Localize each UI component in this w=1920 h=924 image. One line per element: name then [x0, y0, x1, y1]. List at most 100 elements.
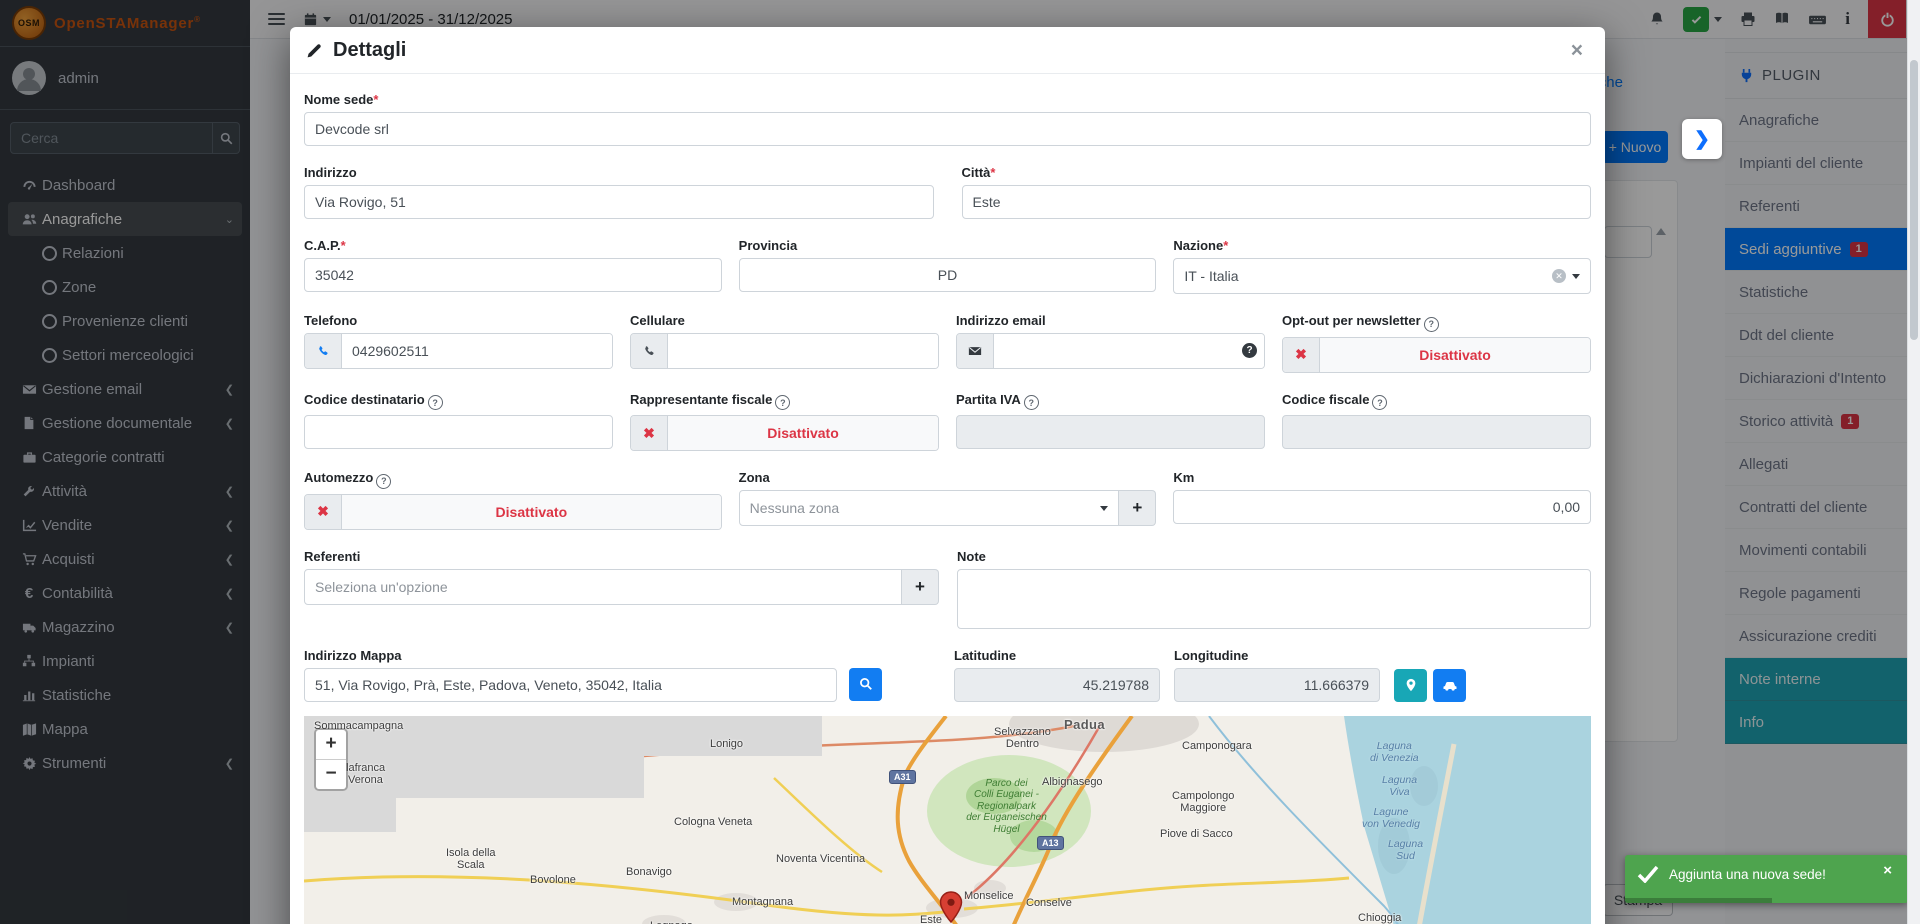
required-mark: * — [1223, 238, 1228, 253]
indirizzo-label: Indirizzo — [304, 165, 934, 180]
map-town-label: Legnago — [650, 920, 693, 924]
rappresentante-fiscale-toggle[interactable]: ✖ Disattivato — [630, 415, 939, 451]
phone-icon — [305, 334, 342, 368]
indirizzo-mappa-label: Indirizzo Mappa — [304, 648, 882, 663]
cellulare-label: Cellulare — [630, 313, 939, 328]
map-town-label: Piove di Sacco — [1160, 828, 1233, 841]
required-mark: * — [341, 238, 346, 253]
vertical-scrollbar[interactable] — [1907, 0, 1920, 924]
partita-iva-field — [956, 415, 1265, 449]
clear-selection-icon[interactable]: ✕ — [1552, 269, 1566, 283]
nazione-select[interactable]: IT - Italia ✕ — [1173, 258, 1591, 294]
telefono-field[interactable] — [342, 334, 612, 368]
help-icon[interactable]: ? — [1024, 395, 1039, 410]
details-modal: Dettagli × Nome sede* Indirizzo Città* — [290, 27, 1605, 924]
map-zoom-control: + − — [314, 728, 348, 791]
x-icon: ✖ — [1283, 338, 1320, 372]
add-zona-button[interactable]: + — [1119, 490, 1156, 526]
success-toast[interactable]: Aggiunta una nuova sede! × — [1625, 855, 1908, 903]
leaflet-map[interactable]: + − Sommacampagna Villafranca di Verona … — [304, 716, 1591, 924]
provincia-field[interactable] — [739, 258, 1157, 292]
water-label: Lagune von Venedig — [1362, 806, 1420, 831]
route-car-button[interactable] — [1433, 669, 1466, 702]
map-town-label: Campolongo Maggiore — [1172, 790, 1234, 815]
codice-fiscale-field — [1282, 415, 1591, 449]
water-label: Laguna di Venezia — [1370, 740, 1419, 765]
telefono-group — [304, 333, 613, 369]
add-referente-button[interactable]: + — [902, 569, 939, 605]
indirizzo-field[interactable] — [304, 185, 934, 219]
automezzo-toggle[interactable]: ✖ Disattivato — [304, 494, 722, 530]
email-label: Indirizzo email — [956, 313, 1265, 328]
application-window: OSM OpenSTAManager® admin Dashboard Anag… — [0, 0, 1920, 924]
caret-down-icon — [1100, 506, 1108, 511]
codice-destinatario-field[interactable] — [304, 415, 613, 449]
check-icon — [1637, 865, 1659, 883]
x-icon: ✖ — [305, 495, 342, 529]
nome-sede-field[interactable] — [304, 112, 1591, 146]
map-town-label: Bovolone — [530, 874, 576, 887]
km-label: Km — [1173, 470, 1591, 485]
x-icon: ✖ — [631, 416, 668, 450]
water-label: Laguna Sud — [1388, 838, 1423, 863]
close-icon[interactable]: × — [1877, 861, 1898, 880]
zona-select[interactable]: Nessuna zona — [739, 490, 1120, 526]
close-icon[interactable]: × — [1565, 39, 1589, 62]
help-icon[interactable]: ? — [775, 395, 790, 410]
telefono-label: Telefono — [304, 313, 613, 328]
automezzo-label: Automezzo? — [304, 470, 722, 489]
rappresentante-fiscale-label: Rappresentante fiscale? — [630, 392, 939, 411]
map-town-label: Montagnana — [732, 896, 793, 909]
cellulare-group — [630, 333, 939, 369]
note-field[interactable] — [957, 569, 1591, 629]
longitudine-label: Longitudine — [1174, 648, 1380, 663]
cellulare-field[interactable] — [668, 334, 938, 368]
optout-toggle[interactable]: ✖ Disattivato — [1282, 337, 1591, 373]
referenti-select[interactable]: Seleziona un'opzione — [304, 569, 902, 605]
motorway-badge: A13 — [1037, 836, 1064, 850]
nazione-label: Nazione* — [1173, 238, 1591, 253]
latitudine-field — [954, 668, 1160, 702]
toast-message: Aggiunta una nuova sede! — [1669, 867, 1826, 882]
longitudine-field — [1174, 668, 1380, 702]
cap-field[interactable] — [304, 258, 722, 292]
help-icon[interactable]: ? — [1372, 395, 1387, 410]
nome-sede-label: Nome sede* — [304, 92, 1591, 107]
help-icon[interactable]: ? — [1424, 317, 1439, 332]
email-field[interactable] — [994, 334, 1264, 368]
indirizzo-mappa-field[interactable] — [304, 668, 837, 702]
km-field[interactable] — [1173, 490, 1591, 524]
zoom-out-button[interactable]: − — [316, 760, 346, 789]
water-label: Laguna Viva — [1382, 774, 1417, 799]
map-town-label: Selvazzano Dentro — [994, 726, 1051, 751]
motorway-badge: A31 — [889, 770, 916, 784]
map-city-label: Padua — [1064, 718, 1105, 733]
codice-destinatario-label: Codice destinatario? — [304, 392, 613, 411]
note-label: Note — [957, 549, 1591, 564]
zona-label: Zona — [739, 470, 1157, 485]
modal-title: Dettagli — [333, 39, 406, 62]
map-town-label: Noventa Vicentina — [776, 853, 865, 866]
map-town-label: Monselice — [964, 890, 1014, 903]
search-address-button[interactable] — [849, 668, 882, 701]
email-group: ? — [956, 333, 1265, 369]
scrollbar-thumb[interactable] — [1910, 60, 1918, 340]
geolocate-button[interactable] — [1394, 669, 1427, 702]
citta-label: Città* — [962, 165, 1592, 180]
codice-fiscale-label: Codice fiscale? — [1282, 392, 1591, 411]
zoom-in-button[interactable]: + — [316, 730, 346, 760]
toast-progress-bar — [1625, 898, 1772, 903]
map-marker-icon[interactable] — [938, 891, 964, 924]
email-help-icon[interactable]: ? — [1242, 343, 1257, 358]
modal-body: Nome sede* Indirizzo Città* C.A.P.* — [290, 74, 1605, 924]
help-icon[interactable]: ? — [428, 395, 443, 410]
caret-down-icon — [1572, 274, 1580, 279]
collapse-panel-button[interactable]: ❯ — [1682, 119, 1722, 159]
map-town-label: Cologna Veneta — [674, 816, 752, 829]
latitudine-label: Latitudine — [954, 648, 1160, 663]
help-icon[interactable]: ? — [376, 474, 391, 489]
citta-field[interactable] — [962, 185, 1592, 219]
partita-iva-label: Partita IVA? — [956, 392, 1265, 411]
pencil-icon — [306, 42, 323, 59]
envelope-icon — [957, 334, 994, 368]
